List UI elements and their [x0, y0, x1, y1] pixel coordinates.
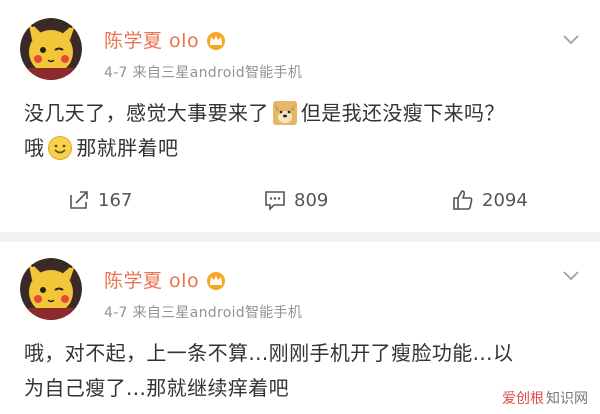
- username[interactable]: 陈学夏 olo: [104, 26, 199, 53]
- content-line-2: 哦 那就胖着吧: [24, 131, 576, 166]
- content-text: 哦: [24, 136, 45, 160]
- avatar[interactable]: [20, 258, 82, 320]
- like-button[interactable]: 2094: [452, 182, 528, 218]
- post-meta: 4-7 来自三星android智能手机: [104, 305, 303, 321]
- repost-count: 167: [98, 189, 133, 211]
- content-line-1: 没几天了，感觉大事要来了 但是我还没瘦下来吗？: [24, 96, 576, 131]
- comment-icon: [265, 191, 285, 211]
- post-content: 没几天了，感觉大事要来了 但是我还没瘦下来吗？ 哦 那就胖着吧: [24, 96, 576, 166]
- chevron-down-icon[interactable]: [562, 270, 580, 282]
- action-bar: 167 809 2094: [0, 182, 600, 218]
- username-row: 陈学夏 olo: [104, 26, 227, 53]
- weibo-post-1: 陈学夏 olo 4-7 来自三星android智能手机 没几天了，感觉大事要来了…: [0, 0, 600, 232]
- like-icon: [453, 190, 473, 210]
- content-line-1: 哦，对不起，上一条不算...刚刚手机开了瘦脸功能...以: [24, 341, 514, 365]
- avatar[interactable]: [20, 18, 82, 80]
- username[interactable]: 陈学夏 olo: [104, 266, 199, 293]
- crown-badge-icon: [207, 271, 226, 290]
- post-content: 哦，对不起，上一条不算...刚刚手机开了瘦脸功能...以 为自己瘦了...那就继…: [24, 336, 576, 406]
- weibo-post-2: 陈学夏 olo 4-7 来自三星android智能手机 哦，对不起，上一条不算.…: [0, 242, 600, 414]
- smile-emoji-icon: [48, 135, 73, 160]
- comment-count: 809: [294, 189, 329, 211]
- username-row: 陈学夏 olo: [104, 266, 227, 293]
- like-count: 2094: [482, 189, 528, 211]
- content-text: 那就胖着吧: [76, 136, 179, 160]
- repost-button[interactable]: 167: [68, 182, 132, 218]
- chevron-down-icon[interactable]: [562, 34, 580, 46]
- post-divider: [0, 232, 600, 242]
- watermark-site: 知识网: [546, 391, 588, 407]
- post-meta: 4-7 来自三星android智能手机: [104, 65, 303, 81]
- watermark-brand: 爱创根: [502, 391, 544, 407]
- comment-button[interactable]: 809: [264, 182, 328, 218]
- crown-badge-icon: [207, 31, 226, 50]
- repost-icon: [70, 191, 88, 209]
- watermark: 爱创根 知识网: [502, 388, 588, 408]
- content-text: 但是我还没瘦下来吗？: [300, 101, 505, 125]
- content-text: 没几天了，感觉大事要来了: [24, 101, 269, 125]
- content-line-2: 为自己瘦了...那就继续痒着吧: [24, 376, 290, 400]
- doge-emoji-icon: [272, 100, 297, 125]
